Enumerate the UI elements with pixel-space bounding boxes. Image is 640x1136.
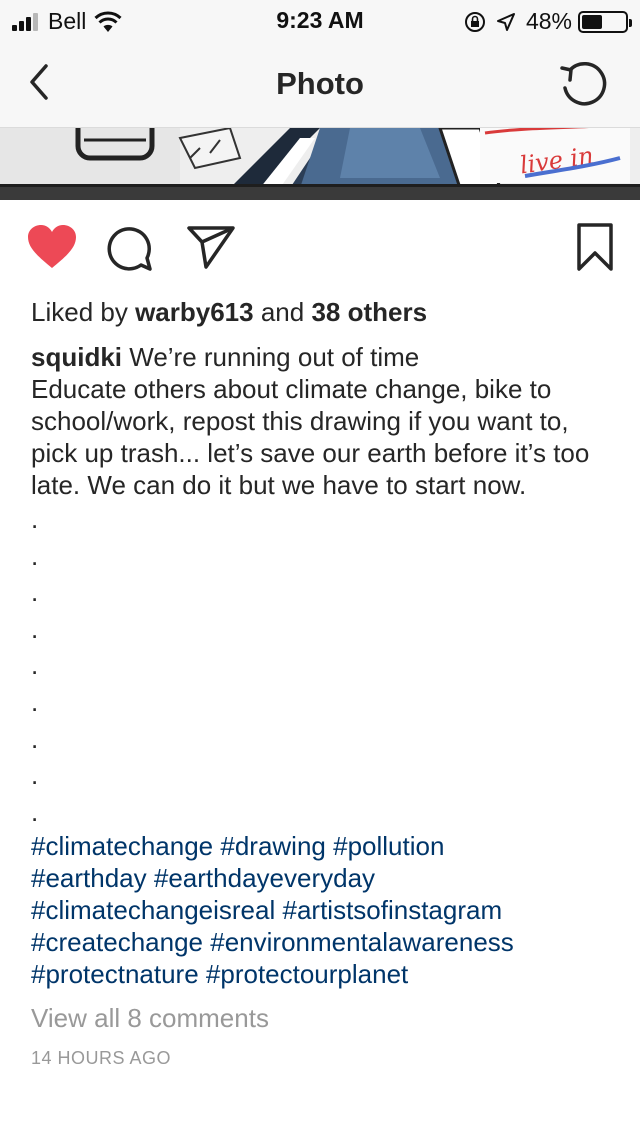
post-timestamp: 14 HOURS AGO [31, 1048, 172, 1069]
hashtag-link[interactable]: #createchange [31, 927, 203, 957]
caption-dots: ......... [31, 501, 611, 830]
caption-dot: . [31, 650, 39, 681]
post-photo[interactable]: live in [0, 128, 640, 200]
post-caption: squidki We’re running out of time Educat… [31, 341, 611, 501]
send-icon[interactable] [186, 224, 236, 270]
hashtag-link[interactable]: #environmentalawareness [210, 927, 514, 957]
drawing-image: live in [0, 128, 640, 200]
hashtag-link[interactable]: #climatechange [31, 831, 213, 861]
caption-dot: . [31, 577, 39, 608]
hashtag-link[interactable]: #artistsofinstagram [282, 895, 502, 925]
hashtag-list: #climatechange #drawing #pollution #earth… [31, 830, 611, 990]
battery-icon [578, 10, 632, 33]
navigation-bar: Photo [0, 40, 640, 128]
caption-dot: . [31, 796, 39, 827]
refresh-icon[interactable] [556, 58, 610, 108]
orientation-lock-icon [464, 11, 485, 32]
caption-body: Educate others about climate change, bik… [31, 374, 590, 500]
bookmark-icon[interactable] [576, 222, 614, 272]
post-content: Liked by warby613 and 38 others squidki … [31, 296, 611, 1069]
heart-icon[interactable] [26, 224, 78, 270]
caption-dot: . [31, 613, 39, 644]
view-all-comments-link[interactable]: View all 8 comments [31, 1002, 611, 1034]
status-right: 48% [464, 8, 632, 35]
caption-dot: . [31, 723, 39, 754]
likes-prefix: Liked by [31, 297, 128, 327]
comment-icon[interactable] [106, 224, 154, 272]
caption-dot: . [31, 540, 39, 571]
hashtag-link[interactable]: #earthday [31, 863, 147, 893]
status-bar: Bell 9:23 AM 48% [0, 0, 640, 40]
caption-username-link[interactable]: squidki [31, 342, 122, 372]
battery-percent: 48% [525, 8, 572, 34]
likes-others-link[interactable]: 38 others [311, 297, 427, 327]
hashtag-link[interactable]: #protectourplanet [206, 959, 408, 989]
likes-connector: and [260, 297, 305, 327]
caption-dot: . [31, 686, 39, 717]
post-actions [0, 200, 640, 296]
battery-fill [582, 14, 603, 29]
likes-summary[interactable]: Liked by warby613 and 38 others [31, 296, 611, 328]
location-arrow-icon [496, 12, 515, 31]
caption-first-line: We’re running out of time [129, 342, 420, 372]
hashtag-link[interactable]: #earthdayeveryday [154, 863, 375, 893]
caption-dot: . [31, 504, 39, 534]
liked-by-user-link[interactable]: warby613 [135, 297, 254, 327]
page-title: Photo [276, 66, 364, 101]
hashtag-link[interactable]: #protectnature [31, 959, 199, 989]
caption-dot: . [31, 760, 39, 791]
hashtag-link[interactable]: #climatechangeisreal [31, 895, 275, 925]
hashtag-link[interactable]: #drawing [220, 831, 326, 861]
hashtag-link[interactable]: #pollution [333, 831, 444, 861]
